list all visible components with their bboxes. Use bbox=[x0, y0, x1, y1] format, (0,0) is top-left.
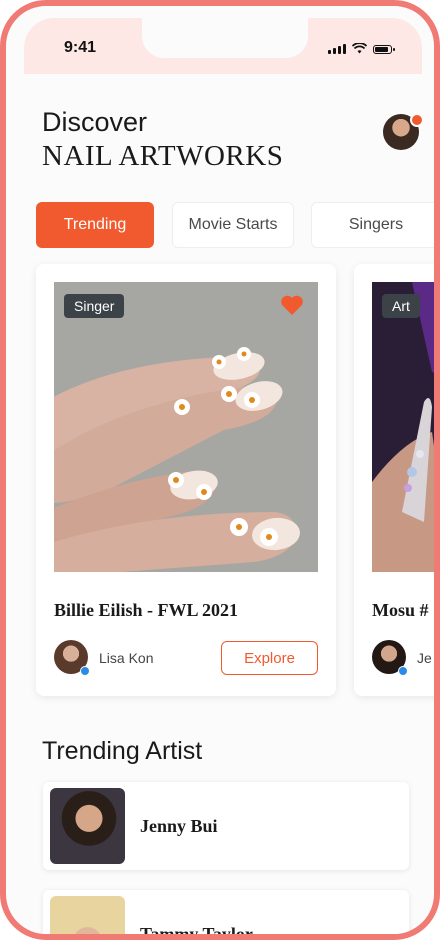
artist-list-item[interactable]: Jenny Bui bbox=[43, 782, 409, 870]
wifi-icon bbox=[352, 43, 367, 54]
artist-photo bbox=[50, 788, 125, 864]
heart-icon[interactable] bbox=[280, 294, 304, 316]
nail-photo-illustration bbox=[372, 282, 434, 572]
artist-name: Tammy Taylor bbox=[140, 924, 253, 940]
artist-list-item[interactable]: Tammy Taylor bbox=[43, 890, 409, 940]
greeting: Discover bbox=[42, 107, 148, 137]
category-badge: Singer bbox=[64, 294, 125, 318]
status-time: 9:41 bbox=[64, 39, 97, 56]
notification-dot bbox=[410, 113, 424, 127]
status-icons bbox=[328, 42, 395, 54]
card-title: Billie Eilish - FWL 2021 bbox=[54, 600, 239, 620]
artist-photo bbox=[50, 896, 125, 934]
author-name: Lisa Kon bbox=[99, 650, 154, 666]
artist-name: Jenny Bui bbox=[140, 816, 218, 836]
artwork-image: Art bbox=[372, 282, 434, 572]
verified-icon bbox=[80, 666, 90, 676]
tab-singers[interactable]: Singers bbox=[311, 202, 434, 248]
page-title: NAIL ARTWORKS bbox=[42, 140, 284, 172]
tab-movie-starts[interactable]: Movie Starts bbox=[172, 202, 294, 248]
verified-icon bbox=[398, 666, 408, 676]
phone-frame: 9:41 Discover NAIL ARTWORKS Trending Mov… bbox=[0, 0, 440, 940]
artwork-card[interactable]: Singer Billie Eilish - FWL 2021 Lisa Kon… bbox=[36, 264, 336, 696]
signal-icon bbox=[328, 42, 346, 54]
author-name: Je bbox=[417, 650, 432, 666]
category-badge: Art bbox=[382, 294, 420, 318]
battery-icon bbox=[373, 45, 395, 54]
artwork-image: Singer bbox=[54, 282, 318, 572]
notch bbox=[142, 18, 308, 58]
nail-photo-illustration bbox=[54, 282, 318, 572]
section-title: Trending Artist bbox=[42, 737, 203, 765]
tab-trending[interactable]: Trending bbox=[36, 202, 154, 248]
artwork-card[interactable]: Art Mosu # Je bbox=[354, 264, 434, 696]
card-title: Mosu # bbox=[372, 600, 429, 620]
explore-button[interactable]: Explore bbox=[221, 641, 318, 675]
